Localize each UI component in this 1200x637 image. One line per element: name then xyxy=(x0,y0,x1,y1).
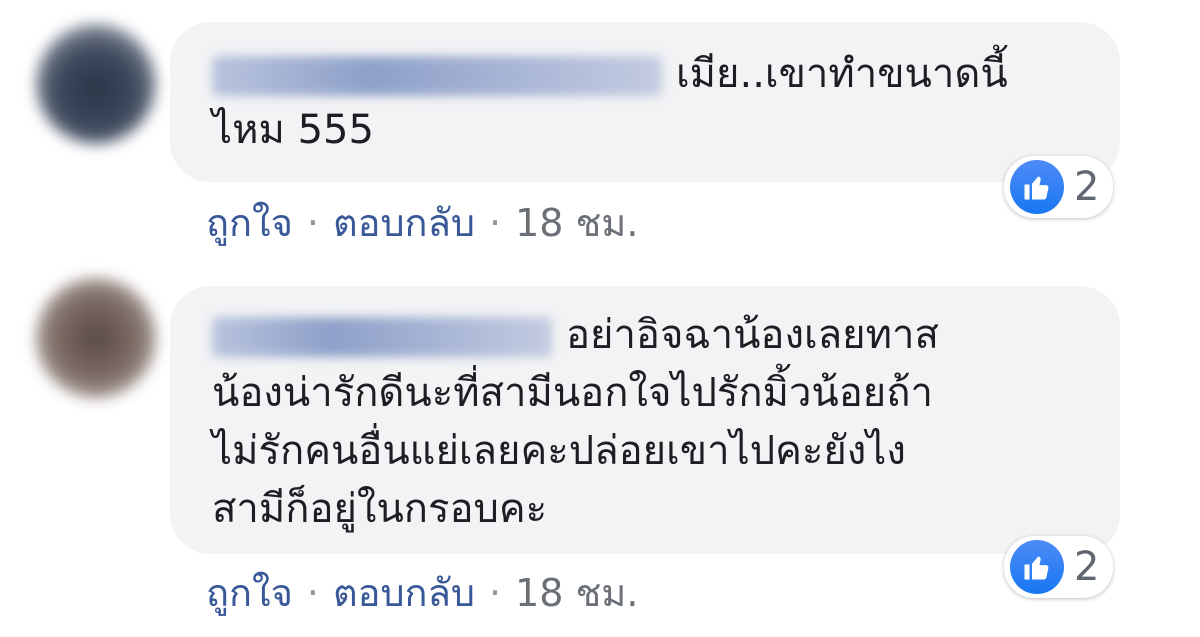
comment-bubble: เมีย..เขาทำขนาดนี้ ไหม 555 xyxy=(170,22,1120,182)
separator: · xyxy=(488,571,502,615)
like-link[interactable]: ถูกใจ xyxy=(206,571,293,615)
reaction-count: 2 xyxy=(1074,544,1100,590)
comment-text-line: สามีก็อยู่ในกรอบคะ xyxy=(212,486,548,532)
like-link[interactable]: ถูกใจ xyxy=(206,201,293,245)
commenter-name-blurred[interactable] xyxy=(212,317,552,357)
reaction-summary[interactable]: 2 xyxy=(1004,156,1114,218)
comment-text-line: ไหม 555 xyxy=(212,107,374,153)
comment-bubble: อย่าอิจฉาน้องเลยทาส น้องน่ารักดีนะที่สาม… xyxy=(170,286,1120,554)
comment-text-line: ไม่รักคนอื่นแย่เลยคะปล่อยเขาไปคะยังไง xyxy=(212,428,906,474)
comment-actions: ถูกใจ · ตอบกลับ · 18 ชม. xyxy=(206,562,638,623)
thumbs-up-icon xyxy=(1010,540,1064,594)
comment-text-line: อย่าอิจฉาน้องเลยทาส xyxy=(566,312,939,358)
avatar[interactable] xyxy=(36,24,156,144)
comment-text-line: เมีย..เขาทำขนาดนี้ xyxy=(676,51,1008,97)
timestamp[interactable]: 18 ชม. xyxy=(515,571,638,615)
comment-actions: ถูกใจ · ตอบกลับ · 18 ชม. xyxy=(206,192,638,253)
separator: · xyxy=(488,201,502,245)
avatar[interactable] xyxy=(36,278,156,398)
timestamp[interactable]: 18 ชม. xyxy=(515,201,638,245)
comment-text-line: น้องน่ารักดีนะที่สามีนอกใจไปรักมิ้วน้อยถ… xyxy=(212,370,933,416)
reply-link[interactable]: ตอบกลับ xyxy=(333,201,475,245)
reply-link[interactable]: ตอบกลับ xyxy=(333,571,475,615)
reaction-count: 2 xyxy=(1074,164,1100,210)
commenter-name-blurred[interactable] xyxy=(212,56,662,96)
thumbs-up-icon xyxy=(1010,160,1064,214)
separator: · xyxy=(306,201,319,245)
separator: · xyxy=(306,571,319,615)
reaction-summary[interactable]: 2 xyxy=(1004,536,1114,598)
